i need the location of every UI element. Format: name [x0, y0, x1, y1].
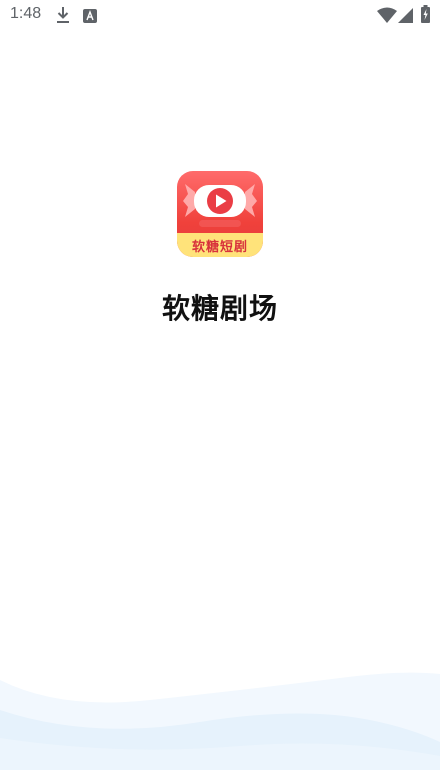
battery-charging-icon: [421, 5, 430, 27]
font-badge-icon: [83, 8, 97, 27]
logo-banner: 软糖短剧: [177, 233, 263, 257]
status-time: 1:48: [10, 5, 42, 22]
app-logo: 软糖短剧: [177, 171, 263, 257]
app-name-title: 软糖剧场: [161, 292, 278, 325]
decorative-wave-background: [0, 672, 440, 770]
candy-play-icon: [183, 184, 257, 227]
status-bar: 1:48: [0, 0, 440, 30]
download-icon: [56, 6, 70, 28]
signal-icon: [398, 8, 413, 27]
wifi-icon: [377, 7, 397, 27]
